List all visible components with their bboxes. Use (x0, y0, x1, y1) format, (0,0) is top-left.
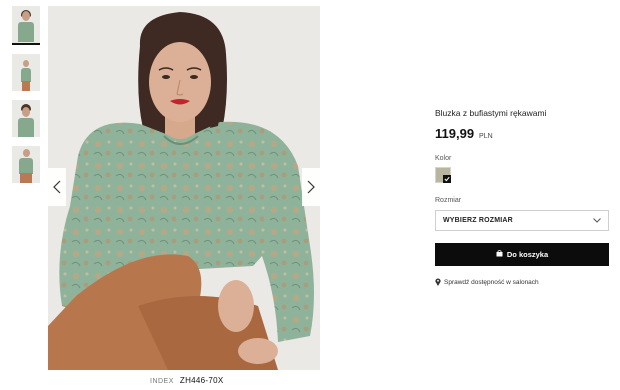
prev-image-button[interactable] (48, 168, 66, 206)
color-label: Kolor (435, 155, 452, 162)
thumbnail-3[interactable] (12, 100, 40, 137)
index-label: INDEX (150, 378, 174, 385)
shopping-bag-icon (496, 250, 503, 259)
price-row: 119,99 PLN (435, 126, 609, 141)
price-currency: PLN (479, 133, 493, 140)
size-label: Rozmiar (435, 197, 462, 204)
check-icon (443, 175, 451, 183)
add-to-cart-button[interactable]: Do koszyka (435, 243, 609, 266)
model-photo (48, 6, 320, 370)
chevron-right-icon (307, 180, 315, 194)
chevron-left-icon (53, 180, 61, 194)
product-main-image (48, 6, 320, 370)
thumbnail-1[interactable] (12, 6, 40, 45)
product-index: INDEX ZH446-70X (150, 376, 224, 385)
store-availability-label: Sprawdź dostępność w salonach (444, 278, 539, 286)
thumbnail-list (12, 6, 42, 192)
thumbnail-2[interactable] (12, 54, 40, 91)
chevron-down-icon (593, 218, 601, 223)
next-image-button[interactable] (302, 168, 320, 206)
add-to-cart-label: Do koszyka (506, 250, 549, 259)
location-pin-icon (435, 278, 441, 286)
product-price: 119,99 (435, 126, 475, 141)
store-availability-link[interactable]: Sprawdź dostępność w salonach (435, 278, 609, 286)
color-swatch[interactable] (435, 167, 451, 183)
thumbnail-4[interactable] (12, 146, 40, 183)
index-value: ZH446-70X (179, 376, 224, 385)
size-select-value: WYBIERZ ROZMIAR (443, 217, 513, 224)
product-title: Bluzka z bufiastymi rękawami (435, 108, 547, 118)
product-info-panel: Bluzka z bufiastymi rękawami 119,99 PLN … (435, 108, 609, 286)
size-select[interactable]: WYBIERZ ROZMIAR (435, 210, 609, 231)
